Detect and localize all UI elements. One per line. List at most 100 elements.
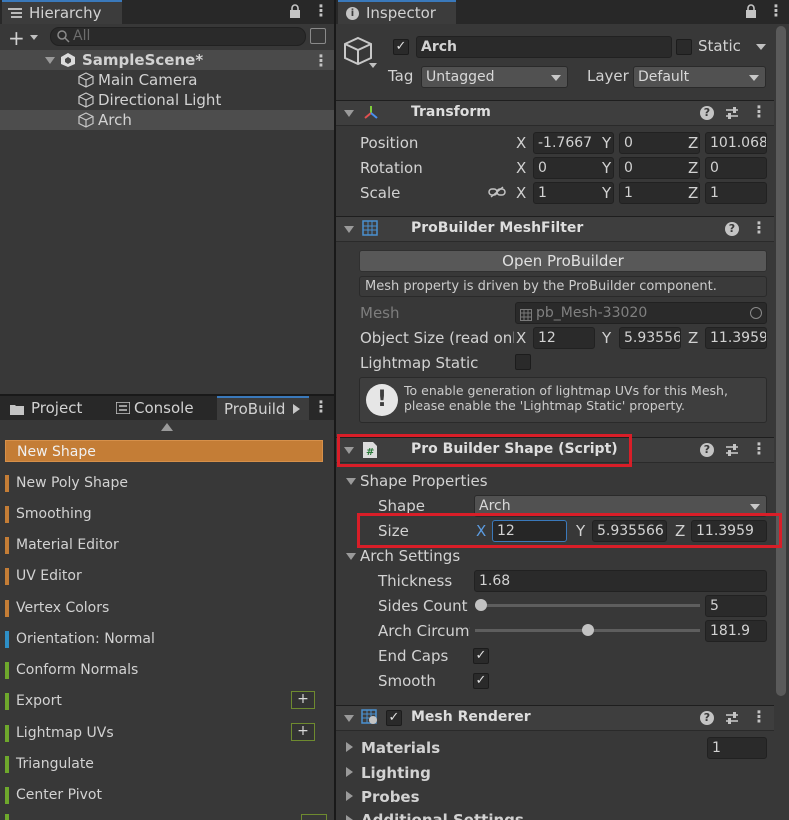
scene-fold-icon[interactable] <box>45 57 55 64</box>
probuilder-item-triangulate[interactable]: Triangulate <box>5 753 323 775</box>
help-icon[interactable]: ? <box>725 222 739 236</box>
bottom-menu-icon[interactable]: ⋮ <box>313 397 329 416</box>
thickness-field[interactable]: 1.68 <box>474 570 767 592</box>
help-icon[interactable]: ? <box>700 711 714 725</box>
probuilder-item-new-poly-shape[interactable]: New Poly Shape <box>5 472 323 494</box>
sides-count-slider-knob[interactable] <box>475 599 487 611</box>
object-name-field[interactable]: Arch <box>416 36 672 58</box>
presets-icon[interactable] <box>724 105 740 125</box>
hierarchy-item-main-camera[interactable]: Main Camera <box>0 70 334 90</box>
mesh-renderer-icon <box>361 709 379 729</box>
additional-settings-fold-icon[interactable] <box>346 815 353 820</box>
rotation-z-field[interactable]: 0 <box>705 157 767 179</box>
probuilder-item-lightmap-uvs[interactable]: Lightmap UVs + <box>5 722 323 744</box>
smooth-checkbox[interactable]: ✓ <box>473 673 489 689</box>
shape-menu-icon[interactable]: ⋮ <box>751 439 767 458</box>
static-dropdown-icon[interactable] <box>756 44 766 50</box>
probuilder-item-new-shape[interactable]: New Shape <box>5 440 323 462</box>
probuilder-item-export[interactable]: Export + <box>5 690 323 712</box>
size-row-highlight <box>357 513 782 548</box>
arch-circ-label-wrap: Arch Circumference <box>378 622 470 642</box>
help-icon[interactable]: ? <box>700 106 714 120</box>
probuilder-item-label: Lightmap UVs <box>16 725 114 741</box>
lock-icon[interactable] <box>289 4 301 22</box>
tab-inspector[interactable]: i Inspector <box>338 0 456 24</box>
export-options-button[interactable]: + <box>291 691 315 709</box>
category-bar <box>5 506 9 523</box>
hierarchy-item-arch[interactable]: Arch <box>0 110 334 130</box>
scene-visibility-icon[interactable] <box>310 28 326 44</box>
axis-x-label: X <box>516 159 527 177</box>
tab-console-label: Console <box>134 399 194 417</box>
lightmap-uvs-options-button[interactable]: + <box>291 723 315 741</box>
hierarchy-menu-icon[interactable]: ⋮ <box>313 1 329 20</box>
hierarchy-search-input[interactable]: All <box>50 27 306 46</box>
shape-properties-label: Shape Properties <box>360 472 488 490</box>
mesh-renderer-fold-icon[interactable] <box>344 715 354 722</box>
lightmap-static-checkbox[interactable] <box>515 354 531 370</box>
probuilder-item-material-editor[interactable]: Material Editor <box>5 534 323 556</box>
tab-inspector-label: Inspector <box>366 4 436 22</box>
transform-menu-icon[interactable]: ⋮ <box>751 102 767 121</box>
scroll-up-icon[interactable] <box>161 423 173 431</box>
inspector-scrollbar[interactable] <box>776 26 786 696</box>
tab-probuilder-label: ProBuild <box>224 400 286 418</box>
probuilder-item-center-pivot[interactable]: Center Pivot <box>5 784 323 806</box>
sides-count-slider[interactable] <box>475 604 700 607</box>
meshfilter-title: ProBuilder MeshFilter <box>411 220 584 236</box>
lighting-fold-icon[interactable] <box>346 767 353 777</box>
category-bar <box>5 693 9 710</box>
presets-icon[interactable] <box>724 710 740 730</box>
thickness-label: Thickness <box>378 572 453 590</box>
hierarchy-item-directional-light[interactable]: Directional Light <box>0 90 334 110</box>
chevron-down-icon[interactable] <box>30 35 38 40</box>
arch-circumference-slider-knob[interactable] <box>581 624 594 636</box>
open-probuilder-button[interactable]: Open ProBuilder <box>359 250 767 272</box>
arch-settings-fold-icon[interactable] <box>346 553 356 560</box>
mesh-value: pb_Mesh-33020 <box>536 305 648 321</box>
arch-circumference-field[interactable]: 181.9 <box>705 620 767 642</box>
mesh-renderer-menu-icon[interactable]: ⋮ <box>751 707 767 726</box>
tab-console[interactable]: Console <box>110 397 210 419</box>
object-picker-icon[interactable] <box>750 307 762 319</box>
presets-icon[interactable] <box>724 442 740 462</box>
scene-menu-icon[interactable]: ⋮ <box>313 51 329 70</box>
probes-fold-icon[interactable] <box>346 791 353 801</box>
meshfilter-fold-icon[interactable] <box>344 226 354 233</box>
materials-fold-icon[interactable] <box>346 742 353 752</box>
position-z-field[interactable]: 101.068 <box>705 132 767 154</box>
transform-fold-icon[interactable] <box>344 110 354 117</box>
icon-dropdown-chevron[interactable] <box>369 63 377 68</box>
meshfilter-menu-icon[interactable]: ⋮ <box>751 218 767 237</box>
tab-probuilder[interactable]: ProBuild <box>217 396 309 420</box>
materials-count-field[interactable]: 1 <box>707 737 767 759</box>
help-icon[interactable]: ? <box>700 443 714 457</box>
probuilder-item-conform-normals[interactable]: Conform Normals <box>5 659 323 681</box>
object-size-y-field: 5.93556 <box>619 327 681 349</box>
mesh-renderer-enabled-checkbox[interactable]: ✓ <box>386 710 402 726</box>
probuilder-item-uv-editor[interactable]: UV Editor <box>5 565 323 587</box>
category-bar <box>5 787 9 804</box>
probuilder-item-vertex-colors[interactable]: Vertex Colors <box>5 597 323 619</box>
transform-icon <box>362 104 380 126</box>
layer-dropdown[interactable]: Default <box>633 66 766 88</box>
tab-scroll-right-icon[interactable] <box>293 404 300 414</box>
sides-count-field[interactable]: 5 <box>705 595 767 617</box>
end-caps-label: End Caps <box>378 647 449 665</box>
tag-dropdown[interactable]: Untagged <box>421 66 568 88</box>
probuilder-item-partial <box>5 814 9 820</box>
static-checkbox[interactable] <box>676 39 692 55</box>
add-icon[interactable]: + <box>8 26 25 50</box>
link-scale-icon[interactable] <box>488 186 506 202</box>
probuilder-item-orientation[interactable]: Orientation: Normal <box>5 628 323 650</box>
probuilder-item-smoothing[interactable]: Smoothing <box>5 503 323 525</box>
active-checkbox[interactable]: ✓ <box>393 39 409 55</box>
inspector-menu-icon[interactable]: ⋮ <box>768 1 784 20</box>
tab-project[interactable]: Project <box>4 397 104 419</box>
end-caps-checkbox[interactable]: ✓ <box>473 648 489 664</box>
scale-z-field[interactable]: 1 <box>705 182 767 204</box>
inspector-lock-icon[interactable] <box>745 4 757 22</box>
tab-hierarchy[interactable]: Hierarchy <box>2 0 122 24</box>
axis-x-label: X <box>516 184 527 202</box>
shape-properties-fold-icon[interactable] <box>346 478 356 485</box>
